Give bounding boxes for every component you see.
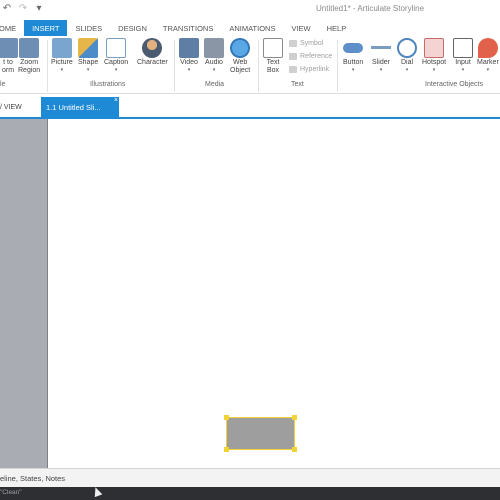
ribbon: t to orm Zoom Region le Picture ▾ Shape … [0, 36, 500, 94]
resize-handle[interactable] [224, 447, 229, 452]
story-view-tab[interactable]: / VIEW [0, 104, 22, 111]
slide-canvas[interactable] [48, 119, 500, 468]
symbol-button[interactable]: Symbol [289, 40, 323, 47]
title-bar: ↶ ↷ ▾ Untitled1* - Articulate Storyline [0, 0, 500, 20]
slide-panel [0, 119, 47, 468]
text-box-icon [263, 38, 283, 58]
audio-button[interactable]: Audio ▾ [204, 38, 224, 73]
tab-home[interactable]: OME [0, 20, 24, 36]
shape-icon [78, 38, 99, 58]
group-label-interactive: Interactive Objects [425, 81, 483, 88]
timeline-label: eline, States, Notes [0, 474, 66, 483]
button-icon [343, 43, 364, 53]
resize-handle[interactable] [292, 447, 297, 452]
web-object-button[interactable]: Web Object [230, 38, 250, 75]
character-icon [142, 38, 163, 58]
video-icon [179, 38, 199, 58]
tab-animations[interactable]: ANIMATIONS [221, 20, 283, 36]
character-button[interactable]: Character [137, 38, 168, 67]
caption-button[interactable]: Caption ▾ [104, 38, 128, 73]
reference-icon [289, 53, 297, 60]
transform-icon [0, 38, 18, 58]
group-label-illustrations: Illustrations [90, 81, 126, 88]
document-tab-row: 1.1 Untitled Sli... × [0, 95, 500, 119]
group-label-text: Text [291, 81, 304, 88]
shape-button[interactable]: Shape ▾ [78, 38, 98, 73]
input-icon [453, 38, 473, 58]
symbol-icon [289, 40, 297, 47]
resize-handle[interactable] [292, 415, 297, 420]
tab-transitions[interactable]: TRANSITIONS [155, 20, 221, 36]
undo-icon[interactable]: ↶ [2, 3, 12, 14]
text-box-button[interactable]: Text Box [263, 38, 283, 75]
hotspot-button[interactable]: Hotspot ▾ [422, 38, 446, 73]
web-object-icon [230, 38, 251, 58]
close-icon[interactable]: × [114, 97, 118, 104]
bottom-bar: "Clean" [0, 487, 500, 500]
tab-help[interactable]: HELP [319, 20, 355, 36]
video-button[interactable]: Video ▾ [179, 38, 199, 73]
zoom-region-button[interactable]: Zoom Region [18, 38, 40, 75]
dial-button[interactable]: Dial ▾ [397, 38, 417, 73]
dial-icon [397, 38, 417, 58]
tab-view[interactable]: VIEW [283, 20, 318, 36]
resize-handle[interactable] [224, 415, 229, 420]
zoom-region-icon [19, 38, 40, 58]
customize-icon[interactable]: ▾ [34, 3, 44, 14]
ribbon-tabs: OME INSERT SLIDES DESIGN TRANSITIONS ANI… [0, 20, 500, 36]
group-separator [174, 40, 175, 92]
marker-button[interactable]: Marker ▾ [477, 38, 499, 73]
tab-slides[interactable]: SLIDES [67, 20, 110, 36]
reference-button[interactable]: Reference [289, 53, 332, 60]
app-title: Untitled1* - Articulate Storyline [316, 4, 425, 13]
picture-icon [51, 38, 72, 58]
hyperlink-button[interactable]: Hyperlink [289, 66, 329, 73]
convert-to-freeform-button[interactable]: t to orm [0, 38, 18, 75]
slider-button[interactable]: Slider ▾ [371, 38, 391, 73]
group-label-1: le [0, 81, 6, 88]
input-button[interactable]: Input ▾ [453, 38, 473, 73]
audio-icon [204, 38, 224, 58]
caption-icon [106, 38, 127, 58]
marker-icon [477, 38, 498, 58]
group-separator [258, 40, 259, 92]
slider-icon [371, 38, 391, 58]
group-separator [337, 40, 338, 92]
bottom-text: "Clean" [0, 489, 22, 496]
group-label-media: Media [205, 81, 225, 88]
doc-tab-label: 1.1 Untitled Sli... [46, 103, 101, 112]
storyline-window: ↶ ↷ ▾ Untitled1* - Articulate Storyline … [0, 0, 500, 500]
tab-slide-1-1[interactable]: 1.1 Untitled Sli... × [41, 97, 119, 117]
tab-insert[interactable]: INSERT [24, 20, 68, 36]
button-button[interactable]: Button ▾ [343, 38, 363, 73]
tab-design[interactable]: DESIGN [110, 20, 155, 36]
redo-icon[interactable]: ↷ [18, 3, 28, 14]
hotspot-icon [424, 38, 445, 58]
timeline-bar[interactable]: eline, States, Notes [0, 468, 500, 487]
quick-access-toolbar: ↶ ↷ ▾ [2, 3, 44, 14]
picture-button[interactable]: Picture ▾ [51, 38, 73, 73]
selected-shape[interactable] [226, 417, 295, 450]
hyperlink-icon [289, 66, 297, 73]
group-separator [47, 40, 48, 92]
